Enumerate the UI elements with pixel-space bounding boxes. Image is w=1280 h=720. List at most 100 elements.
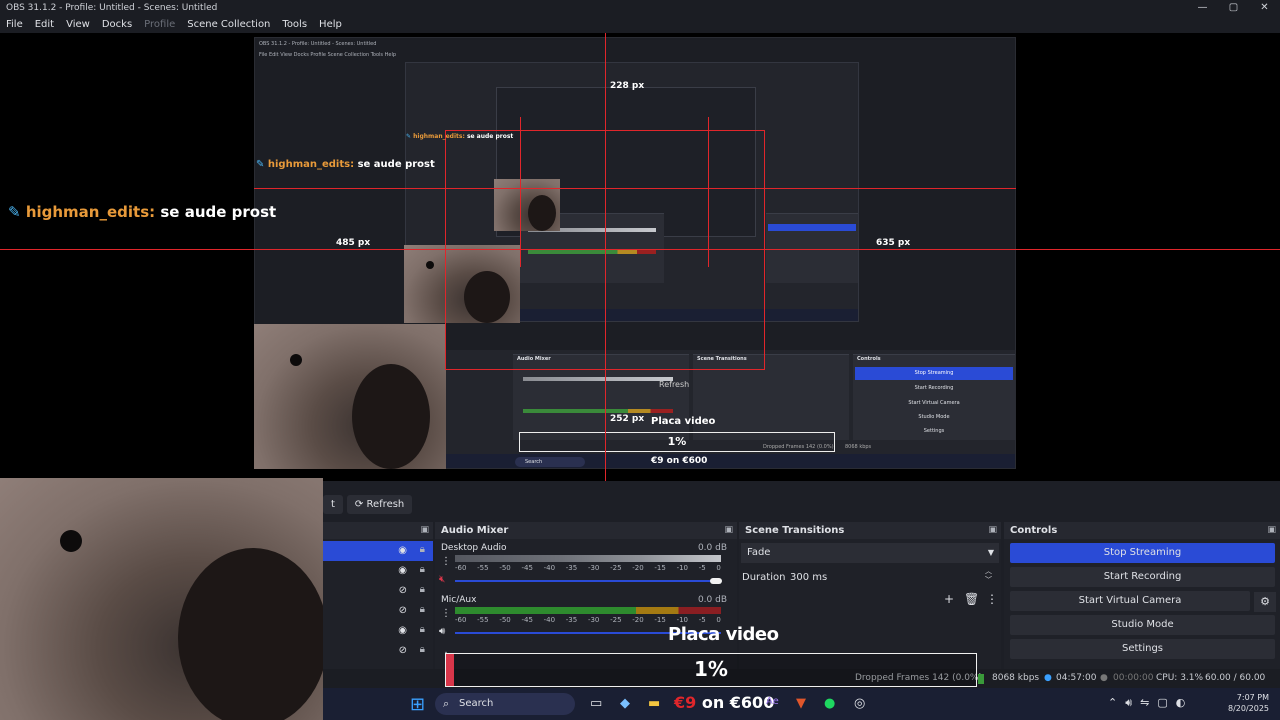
scale-tick: 0 bbox=[716, 616, 721, 624]
brave-icon[interactable]: ▼ bbox=[796, 696, 806, 711]
menu-scene-collection[interactable]: Scene Collection bbox=[181, 16, 276, 33]
undock-icon[interactable]: ▣ bbox=[420, 522, 429, 539]
nested-start-vcam: Start Virtual Camera bbox=[908, 400, 960, 406]
undock-icon[interactable]: ▣ bbox=[1267, 522, 1276, 539]
eye-hidden-icon[interactable]: ⊘ bbox=[399, 585, 407, 596]
price-b: on €600 bbox=[696, 693, 775, 712]
scene-transitions-header: Scene Transitions ▣ bbox=[739, 522, 1001, 539]
minimize-button[interactable]: — bbox=[1187, 0, 1218, 16]
guide-bounding-box bbox=[445, 130, 765, 370]
sources-toolbar-partial-button[interactable]: t bbox=[323, 494, 343, 514]
system-tray[interactable]: ⌃🔊︎⇋▢◐ bbox=[1108, 696, 1193, 710]
source-row[interactable]: ◉ 🔒︎ bbox=[323, 621, 433, 641]
close-button[interactable]: ✕ bbox=[1249, 0, 1280, 16]
nested-kbps: 8068 kbps bbox=[845, 444, 872, 450]
undock-icon[interactable]: ▣ bbox=[724, 522, 733, 539]
lock-icon[interactable]: 🔒︎ bbox=[420, 584, 425, 595]
menu-tools[interactable]: Tools bbox=[276, 16, 313, 33]
spin-up-icon[interactable]: ︿ bbox=[985, 567, 992, 576]
lock-icon[interactable]: 🔒︎ bbox=[420, 644, 425, 655]
spin-down-icon[interactable]: ﹀ bbox=[985, 576, 992, 585]
lock-icon[interactable]: 🔒︎ bbox=[420, 544, 425, 555]
transition-select[interactable]: Fade ▼ bbox=[741, 543, 999, 563]
guide-label-right: 635 px bbox=[876, 238, 911, 248]
speaker-icon[interactable]: 🔊︎ bbox=[439, 626, 445, 637]
source-row[interactable]: ◉ 🔒︎ bbox=[323, 561, 433, 581]
lock-icon[interactable]: 🔒︎ bbox=[420, 624, 425, 635]
preview-canvas[interactable]: OBS 31.1.2 - Profile: Untitled - Scenes:… bbox=[0, 33, 1280, 481]
trash-icon[interactable]: 🗑︎ bbox=[964, 592, 979, 606]
task-view-icon[interactable]: ▭ bbox=[590, 696, 602, 711]
taskbar-search-label: Search bbox=[459, 698, 494, 709]
nested-meter bbox=[523, 377, 673, 381]
chat-username: highman_edits: bbox=[413, 133, 465, 140]
clock-time: 7:07 PM bbox=[1236, 693, 1270, 702]
connection-indicator bbox=[978, 674, 984, 684]
refresh-button[interactable]: ⟳ Refresh bbox=[346, 494, 413, 514]
after-effects-icon[interactable]: Ae bbox=[766, 696, 779, 707]
clock-date: 8/20/2025 bbox=[1228, 704, 1270, 713]
studio-mode-button[interactable]: Studio Mode bbox=[1010, 615, 1275, 635]
muted-speaker-icon[interactable]: 🔇︎ bbox=[439, 574, 445, 585]
duration-input[interactable]: 300 ms bbox=[784, 568, 999, 588]
kebab-menu-icon[interactable]: ⋮ bbox=[441, 556, 451, 567]
scale-tick: -20 bbox=[632, 564, 644, 572]
guide-horizontal-nested bbox=[254, 188, 1016, 189]
sources-list: ◉ 🔒︎ ◉ 🔒︎ ⊘ 🔒︎ ⊘ 🔒︎ ◉ 🔒︎ ⊘ 🔒︎ bbox=[323, 539, 433, 689]
lock-icon[interactable]: 🔒︎ bbox=[420, 604, 425, 615]
refresh-label: Refresh bbox=[366, 498, 405, 510]
volume-slider-handle[interactable] bbox=[710, 578, 722, 584]
source-row[interactable]: ⊘ 🔒︎ bbox=[323, 601, 433, 621]
taskbar-search[interactable]: ⌕ Search bbox=[435, 693, 575, 715]
obs-icon[interactable]: ◎ bbox=[854, 696, 865, 711]
eye-icon[interactable]: ◉ bbox=[398, 565, 407, 576]
menu-docks[interactable]: Docks bbox=[96, 16, 138, 33]
scale-tick: -55 bbox=[477, 564, 489, 572]
nested-taskbar: Search €9 on €600 bbox=[445, 454, 1015, 468]
menu-help[interactable]: Help bbox=[313, 16, 348, 33]
nested-title: OBS 31.1.2 - Profile: Untitled - Scenes:… bbox=[259, 41, 377, 47]
duration-spinner[interactable]: ︿ ﹀ bbox=[985, 567, 992, 585]
menu-profile[interactable]: Profile bbox=[138, 16, 181, 33]
menu-view[interactable]: View bbox=[60, 16, 96, 33]
pin-icon: ✎ bbox=[8, 203, 21, 221]
webcam-overlay bbox=[0, 478, 323, 720]
lock-icon[interactable]: 🔒︎ bbox=[420, 564, 425, 575]
source-row[interactable]: ⊘ 🔒︎ bbox=[323, 641, 433, 661]
maximize-button[interactable]: ▢ bbox=[1218, 0, 1249, 16]
eye-icon[interactable]: ◉ bbox=[398, 625, 407, 636]
scale-tick: -30 bbox=[587, 616, 600, 624]
copilot-icon[interactable]: ◆ bbox=[620, 696, 630, 711]
scale-tick: -15 bbox=[654, 616, 666, 624]
nested-start-recording: Start Recording bbox=[914, 385, 954, 391]
nested-taskbar-search: Search bbox=[515, 457, 585, 467]
add-icon[interactable]: + bbox=[944, 592, 954, 606]
source-row[interactable]: ⊘ 🔒︎ bbox=[323, 581, 433, 601]
scale-tick: -30 bbox=[587, 564, 600, 572]
taskbar-clock[interactable]: 7:07 PM 8/20/2025 bbox=[1228, 692, 1269, 714]
menu-file[interactable]: File bbox=[0, 16, 29, 33]
menu-edit[interactable]: Edit bbox=[29, 16, 60, 33]
start-recording-button[interactable]: Start Recording bbox=[1010, 567, 1275, 587]
nested-controls-title: Controls bbox=[857, 356, 881, 362]
eye-icon[interactable]: ◉ bbox=[398, 545, 407, 556]
settings-button[interactable]: Settings bbox=[1010, 639, 1275, 659]
windows-start-icon[interactable]: ⊞ bbox=[410, 694, 425, 715]
start-virtual-camera-button[interactable]: Start Virtual Camera bbox=[1010, 591, 1250, 611]
scale-tick: -45 bbox=[521, 616, 533, 624]
eye-hidden-icon[interactable]: ⊘ bbox=[399, 645, 407, 656]
kebab-menu-icon[interactable]: ⋮ bbox=[441, 608, 451, 619]
nested-settings: Settings bbox=[923, 428, 945, 434]
file-explorer-icon[interactable]: ▬ bbox=[648, 696, 660, 711]
eye-hidden-icon[interactable]: ⊘ bbox=[399, 605, 407, 616]
volume-slider-desktop[interactable] bbox=[455, 580, 721, 582]
scale-tick: -50 bbox=[499, 564, 511, 572]
gear-icon[interactable]: ⚙ bbox=[1254, 592, 1276, 612]
kebab-menu-icon[interactable]: ⋮ bbox=[986, 592, 998, 606]
stop-streaming-button[interactable]: Stop Streaming bbox=[1010, 543, 1275, 563]
spotify-icon[interactable]: ● bbox=[824, 696, 835, 711]
undock-icon[interactable]: ▣ bbox=[988, 522, 997, 539]
scale-tick: -10 bbox=[676, 616, 688, 624]
source-row[interactable]: ◉ 🔒︎ bbox=[323, 541, 433, 561]
lamp bbox=[426, 261, 434, 269]
